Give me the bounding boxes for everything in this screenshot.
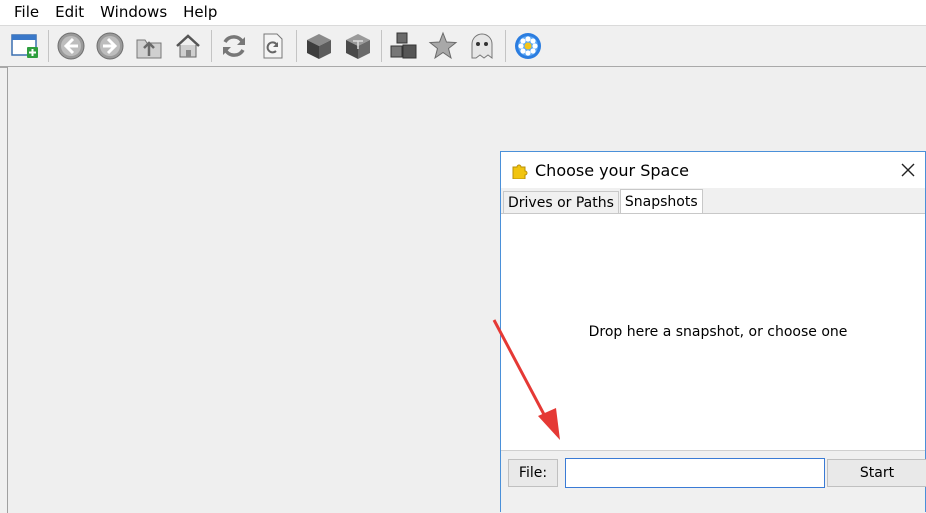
cubes-icon	[390, 32, 417, 59]
star-icon	[428, 31, 458, 60]
settings-button[interactable]	[511, 29, 545, 63]
refresh-button[interactable]	[217, 29, 251, 63]
file-bar: File: Start	[501, 450, 926, 513]
refresh-icon	[223, 35, 245, 57]
ghost-icon	[471, 33, 493, 59]
reload-page-icon	[263, 33, 283, 59]
reload-page-button[interactable]	[256, 29, 290, 63]
close-button[interactable]	[897, 159, 919, 181]
star-button[interactable]	[426, 29, 460, 63]
close-icon	[901, 163, 915, 177]
dialog-titlebar[interactable]: Choose your Space	[501, 152, 925, 188]
toolbar	[0, 26, 926, 68]
toolbar-separator	[380, 30, 382, 62]
cube-open-icon	[346, 34, 370, 59]
puzzle-icon	[512, 164, 528, 179]
flower-settings-icon	[515, 33, 541, 59]
menu-file[interactable]: File	[0, 0, 47, 25]
menu-bar: File Edit Windows Help	[0, 0, 926, 26]
cube-dark-icon	[307, 34, 331, 59]
forward-icon	[96, 32, 124, 60]
forward-button[interactable]	[93, 29, 127, 63]
cube-dark-button[interactable]	[302, 29, 336, 63]
new-window-button[interactable]	[8, 29, 42, 63]
ghost-button[interactable]	[465, 29, 499, 63]
menu-windows[interactable]: Windows	[92, 0, 175, 25]
back-icon	[57, 32, 85, 60]
toolbar-separator	[47, 30, 49, 62]
home-button[interactable]	[171, 29, 205, 63]
up-folder-button[interactable]	[132, 29, 166, 63]
tab-bar: Drives or Paths Snapshots	[501, 189, 925, 214]
toolbar-separator	[210, 30, 212, 62]
menu-edit[interactable]: Edit	[47, 0, 92, 25]
toolbar-separator	[295, 30, 297, 62]
choose-space-dialog: Choose your Space Drives or Paths Snapsh…	[500, 151, 926, 513]
tab-snapshots[interactable]: Snapshots	[619, 189, 703, 213]
dialog-title: Choose your Space	[535, 160, 689, 180]
back-button[interactable]	[54, 29, 88, 63]
tab-drives-or-paths[interactable]: Drives or Paths	[503, 191, 619, 213]
up-folder-icon	[136, 39, 162, 59]
cubes-button[interactable]	[387, 29, 421, 63]
home-icon	[176, 34, 200, 58]
toolbar-separator	[504, 30, 506, 62]
file-path-input[interactable]	[565, 458, 825, 488]
file-button[interactable]: File:	[508, 459, 558, 487]
new-window-icon	[11, 34, 38, 58]
menu-help[interactable]: Help	[175, 0, 225, 25]
snapshot-drop-zone[interactable]: Drop here a snapshot, or choose one	[501, 214, 925, 450]
cube-open-button[interactable]	[341, 29, 375, 63]
start-button[interactable]: Start	[827, 459, 926, 487]
drop-hint: Drop here a snapshot, or choose one	[588, 324, 848, 340]
